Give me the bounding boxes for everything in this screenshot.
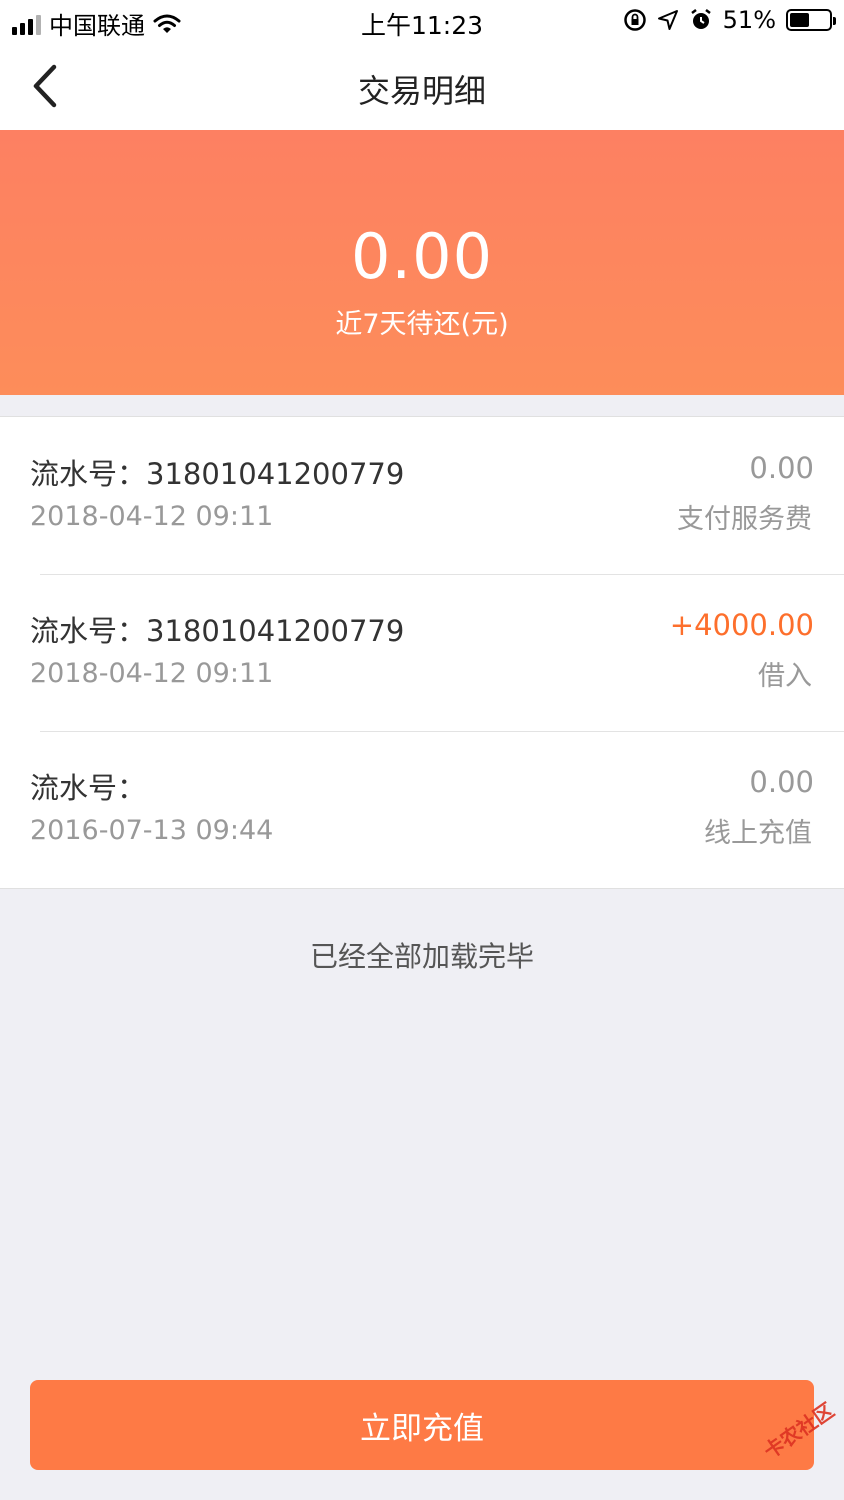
pending-amount: 0.00 [350,220,494,293]
serial-number: 流水号：31801041200779 [30,614,405,648]
bottom-bar: 立即充值 [0,1380,844,1500]
transaction-type: 借入 [758,661,812,692]
transaction-row[interactable]: 流水号：31801041200779 2018-04-12 09:11 0.00… [0,417,844,574]
transaction-date: 2018-04-12 09:11 [30,658,274,689]
alarm-icon [690,9,711,29]
transaction-amount: 0.00 [749,765,814,799]
transaction-list: 流水号：31801041200779 2018-04-12 09:11 0.00… [0,416,844,889]
transaction-row[interactable]: 流水号： 2016-07-13 09:44 0.00 线上充值 [0,731,844,888]
battery-fill [790,13,810,27]
recharge-button[interactable]: 立即充值 [30,1380,814,1470]
battery-percent: 51% [722,6,776,34]
transaction-type: 线上充值 [704,818,812,849]
pending-label: 近7天待还(元) [335,309,509,340]
load-complete-text: 已经全部加载完毕 [309,940,534,973]
summary-banner: 0.00 近7天待还(元) [0,130,844,395]
serial-number: 流水号： [30,771,147,805]
transaction-date: 2018-04-12 09:11 [30,501,274,532]
status-right: 51% [623,6,836,34]
transaction-amount: 0.00 [749,451,814,485]
transaction-date: 2016-07-13 09:44 [30,815,274,846]
battery-icon [786,9,836,31]
transaction-amount: +4000.00 [669,608,814,642]
transaction-row[interactable]: 流水号：31801041200779 2018-04-12 09:11 +400… [0,574,844,731]
transaction-type: 支付服务费 [677,504,812,535]
rotation-lock-icon [623,9,646,31]
nav-bar: 交易明细 [0,42,844,130]
serial-number: 流水号：31801041200779 [30,457,405,491]
page-title: 交易明细 [357,72,486,110]
location-icon [657,10,678,30]
status-bar: 中国联通 上午11:23 51% [0,0,844,42]
